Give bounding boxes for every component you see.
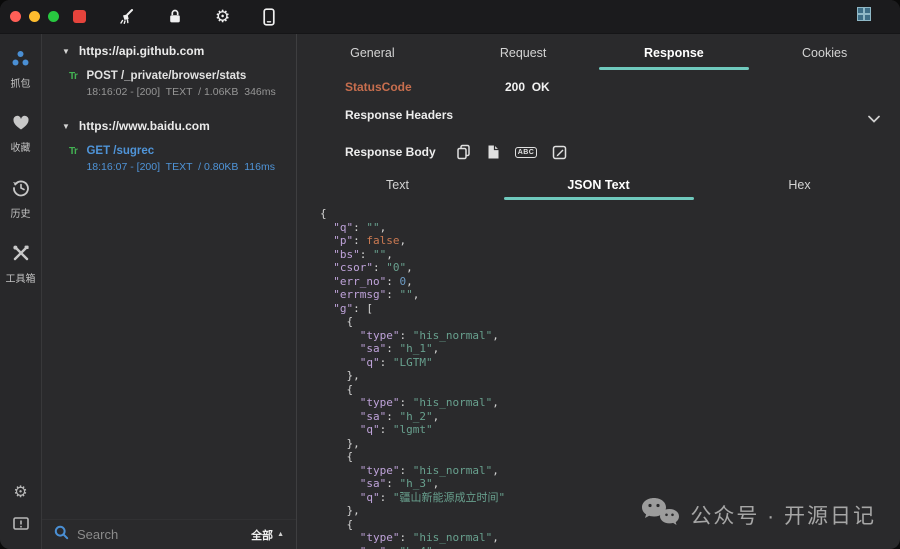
- chevron-down-icon[interactable]: [868, 110, 880, 128]
- search-icon: [54, 525, 69, 545]
- history-icon: [12, 179, 30, 202]
- phone-icon[interactable]: [262, 8, 276, 26]
- collapse-caret-icon: ▼: [62, 47, 70, 56]
- search-bar: 全部 ▲: [42, 519, 296, 549]
- host-group-baidu[interactable]: ▼ https://www.baidu.com: [42, 109, 296, 138]
- host-group-github[interactable]: ▼ https://api.github.com: [42, 34, 296, 63]
- copy-icon[interactable]: [456, 144, 471, 160]
- tab-general[interactable]: General: [297, 40, 448, 70]
- request-meta: 18:16:02 - [200] TEXT / 1.06KB 346ms: [86, 86, 275, 98]
- status-row: StatusCode 200 OK: [297, 76, 900, 98]
- tab-json-text[interactable]: JSON Text: [498, 172, 699, 200]
- caret-up-icon: ▲: [277, 531, 284, 538]
- request-row-github-stats[interactable]: Tr POST /_private/browser/stats 18:16:02…: [42, 63, 296, 101]
- tls-badge: Tr: [69, 145, 77, 173]
- sidebar-item-toolbox[interactable]: 工具箱: [6, 245, 36, 285]
- request-title: GET /sugrec: [86, 145, 275, 157]
- gear-icon[interactable]: ⚙: [215, 8, 230, 25]
- sidebar-item-capture[interactable]: 抓包: [11, 50, 31, 90]
- traffic-lights: [10, 11, 59, 22]
- response-body-row: Response Body ABC: [297, 140, 900, 164]
- filter-label: 全部: [251, 527, 273, 543]
- edit-open-icon[interactable]: [552, 145, 567, 160]
- settings-gear-icon[interactable]: ⚙: [13, 485, 27, 501]
- tab-cookies[interactable]: Cookies: [749, 40, 900, 70]
- clean-brush-icon[interactable]: [118, 8, 135, 25]
- close-button[interactable]: [10, 11, 21, 22]
- sidebar-item-label: 历史: [11, 205, 31, 220]
- sidebar-item-label: 收藏: [11, 139, 31, 154]
- response-body-label: Response Body: [345, 145, 436, 159]
- request-list: ▼ https://api.github.com Tr POST /_priva…: [42, 34, 297, 549]
- sidebar-item-history[interactable]: 历史: [11, 179, 31, 220]
- layout-grid-icon[interactable]: [857, 7, 871, 26]
- tab-hex[interactable]: Hex: [699, 172, 900, 200]
- collapse-caret-icon: ▼: [62, 122, 70, 131]
- file-icon[interactable]: [486, 144, 500, 160]
- app-window: ⚙ 抓包 收藏: [0, 0, 900, 549]
- tab-request[interactable]: Request: [448, 40, 599, 70]
- request-title: POST /_private/browser/stats: [86, 70, 275, 82]
- detail-tabs: General Request Response Cookies: [297, 40, 900, 70]
- lock-icon[interactable]: [167, 8, 183, 25]
- zoom-button[interactable]: [48, 11, 59, 22]
- sidebar-rail: 抓包 收藏 历史 工具箱 ⚙: [0, 34, 42, 549]
- response-headers-row[interactable]: Response Headers: [297, 104, 900, 128]
- encoding-abc-icon[interactable]: ABC: [515, 147, 538, 158]
- tls-badge: Tr: [69, 70, 77, 98]
- sidebar-item-label: 工具箱: [6, 270, 36, 285]
- minimize-button[interactable]: [29, 11, 40, 22]
- feedback-icon[interactable]: [13, 517, 29, 537]
- status-code-value: 200 OK: [505, 80, 550, 94]
- tab-response[interactable]: Response: [599, 40, 750, 70]
- search-input[interactable]: [77, 527, 207, 542]
- json-viewer[interactable]: { "q": "", "p": false, "bs": "", "csor":…: [297, 200, 900, 549]
- response-json-body: { "q": "", "p": false, "bs": "", "csor":…: [320, 207, 900, 549]
- filter-dropdown[interactable]: 全部 ▲: [251, 527, 284, 543]
- request-row-baidu-sugrec[interactable]: Tr GET /sugrec 18:16:07 - [200] TEXT / 0…: [42, 138, 296, 176]
- status-code-label: StatusCode: [345, 80, 412, 94]
- stop-record-button[interactable]: [73, 10, 86, 23]
- body-view-tabs: Text JSON Text Hex: [297, 172, 900, 200]
- request-meta: 18:16:07 - [200] TEXT / 0.80KB 116ms: [86, 161, 275, 173]
- sidebar-item-favorites[interactable]: 收藏: [11, 115, 31, 154]
- host-url: https://api.github.com: [79, 44, 204, 58]
- heart-icon: [12, 115, 30, 136]
- sidebar-item-label: 抓包: [11, 75, 31, 90]
- toolbox-icon: [12, 245, 30, 267]
- capture-nodes-icon: [11, 50, 30, 72]
- titlebar: ⚙: [0, 0, 900, 34]
- host-url: https://www.baidu.com: [79, 119, 210, 133]
- response-headers-label: Response Headers: [345, 108, 453, 122]
- detail-panel: General Request Response Cookies StatusC…: [297, 34, 900, 549]
- tab-text[interactable]: Text: [297, 172, 498, 200]
